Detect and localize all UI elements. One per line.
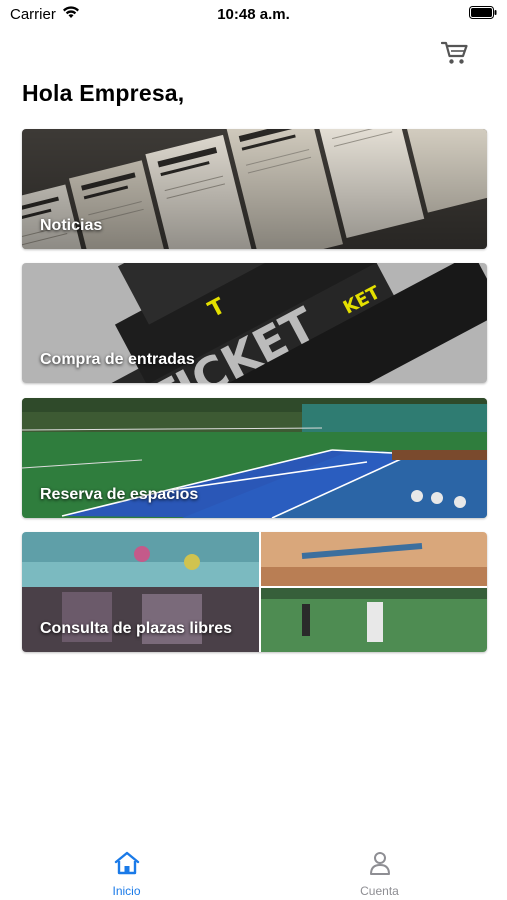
card-label: Consulta de plazas libres (40, 620, 233, 637)
battery-icon (469, 6, 497, 19)
card-label: Noticias (40, 217, 103, 234)
card-consulta-plazas[interactable]: Consulta de plazas libres (22, 532, 487, 652)
card-label: Reserva de espacios (40, 486, 199, 503)
home-icon (114, 851, 139, 875)
tab-label: Inicio (112, 884, 141, 898)
shopping-cart-icon[interactable] (441, 40, 469, 66)
tab-label: Cuenta (360, 884, 399, 898)
user-icon (369, 852, 390, 875)
greeting-title: Hola Empresa, (22, 80, 185, 106)
tab-inicio[interactable]: Inicio (0, 838, 253, 900)
status-time: 10:48 a.m. (217, 6, 290, 23)
card-noticias[interactable]: Noticias (22, 129, 487, 249)
status-bar: Carrier 10:48 a.m. (0, 0, 507, 28)
card-reserva-espacios[interactable]: Reserva de espacios (22, 398, 487, 518)
tab-bar: Inicio Cuenta (0, 838, 507, 900)
card-label: Compra de entradas (40, 351, 195, 368)
tab-cuenta[interactable]: Cuenta (253, 838, 506, 900)
card-compra-entradas[interactable]: T CKET KET TICKET Compra de entradas (22, 263, 487, 383)
